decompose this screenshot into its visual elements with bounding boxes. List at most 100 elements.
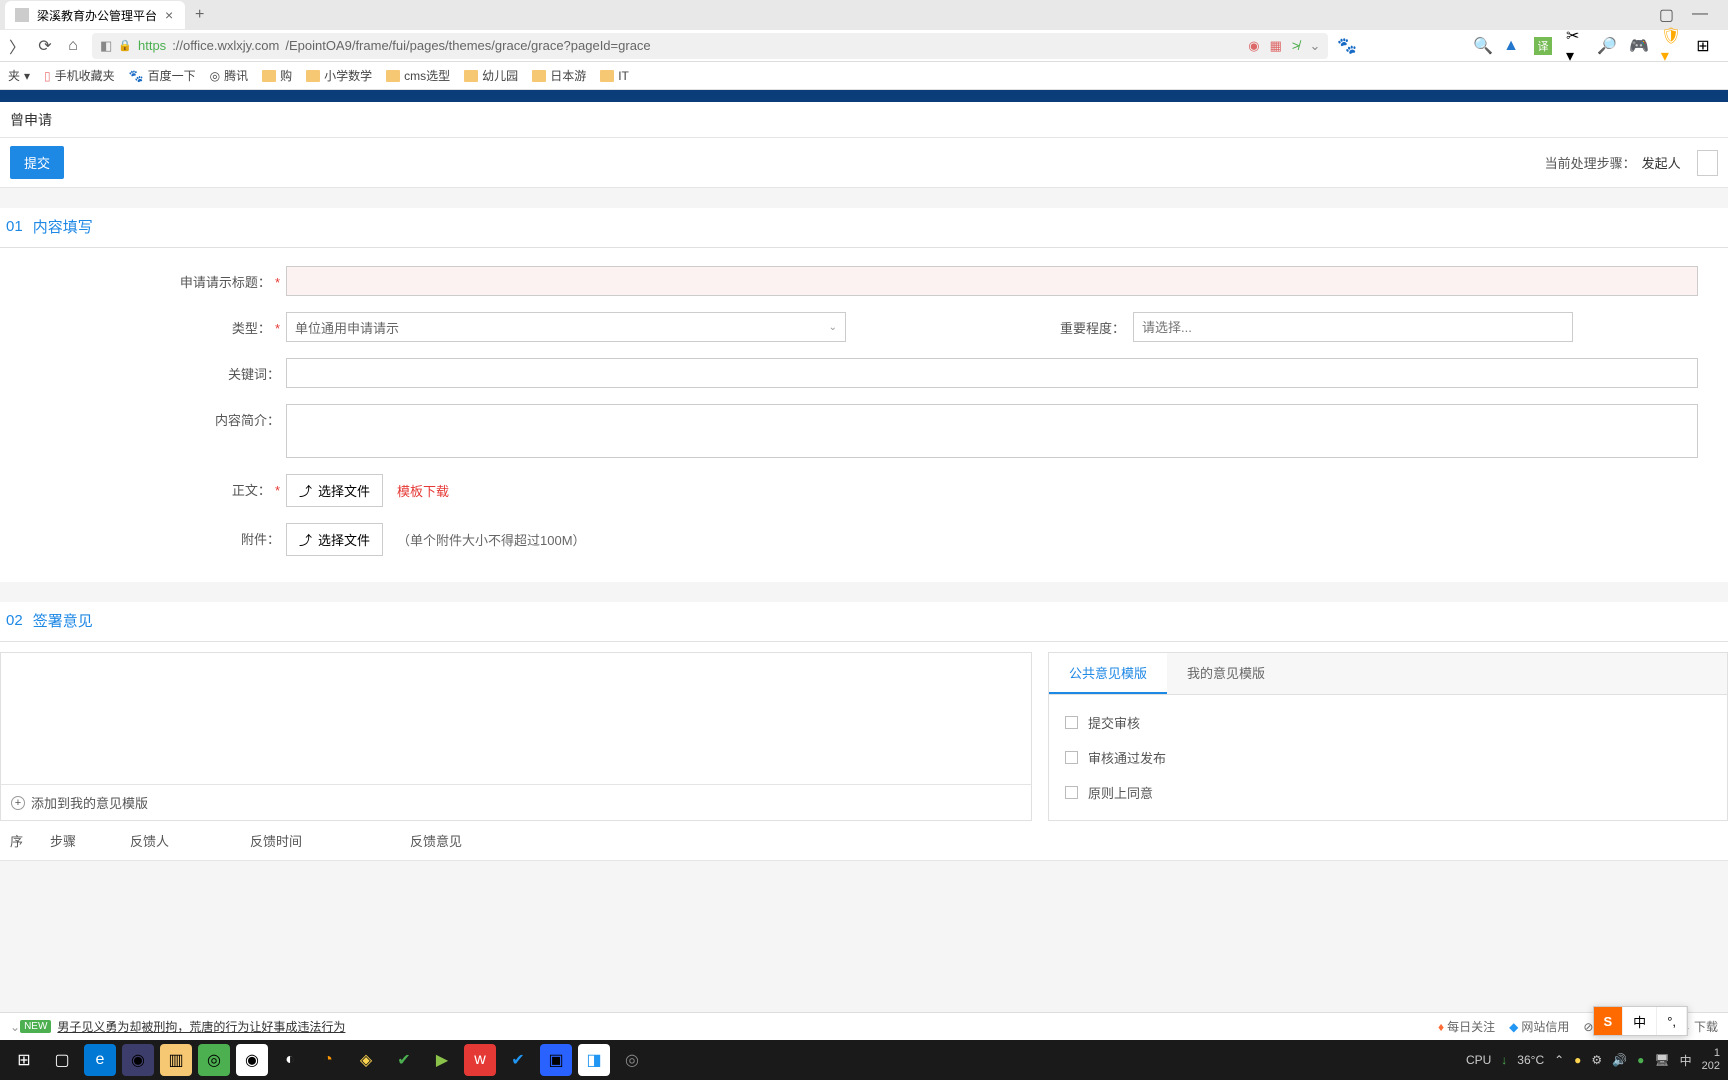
window-minimize-icon[interactable]: —	[1692, 5, 1708, 25]
caret-icon[interactable]: ⌄	[10, 1020, 20, 1034]
step-action-button[interactable]	[1697, 150, 1718, 176]
ime-lang[interactable]: 中	[1623, 1007, 1657, 1035]
app-icon-8[interactable]: ▣	[540, 1044, 572, 1076]
template-item[interactable]: 审核通过发布	[1065, 740, 1711, 775]
paw-icon[interactable]: 🐾	[1338, 37, 1356, 55]
tray-ime[interactable]: 中	[1680, 1052, 1692, 1069]
translate-icon[interactable]: 译	[1534, 37, 1552, 55]
add-to-templates-button[interactable]: + 添加到我的意见模版	[1, 784, 1031, 820]
window-restore-icon[interactable]: ▢	[1659, 5, 1674, 25]
template-download-link[interactable]: 模板下载	[397, 481, 449, 500]
url-protocol: https	[138, 38, 166, 53]
bookmark-phone[interactable]: ▯手机收藏夹	[44, 67, 115, 84]
home-icon[interactable]: ⌂	[64, 37, 82, 55]
section-num: 02	[6, 612, 23, 629]
field-label-attach: 附件：	[241, 532, 280, 547]
tab-my-templates[interactable]: 我的意见模版	[1167, 653, 1285, 694]
ime-punct[interactable]: °,	[1657, 1007, 1687, 1035]
browser-tab[interactable]: 梁溪教育办公管理平台 ×	[5, 1, 185, 29]
type-value: 单位通用申请请示	[295, 318, 399, 337]
start-button[interactable]: ⊞	[8, 1044, 40, 1076]
opinion-editor: + 添加到我的意见模版	[0, 652, 1032, 821]
search-icon[interactable]: 🔍	[1474, 37, 1492, 55]
game-icon[interactable]: 🎮	[1630, 37, 1648, 55]
tab-title: 梁溪教育办公管理平台	[37, 7, 157, 24]
triangle-icon[interactable]: ▲	[1502, 37, 1520, 55]
scissors-icon[interactable]: ✂ ▾	[1566, 37, 1584, 55]
browser-toolbar: 〉 ⟳ ⌂ ◧ 🔒 https://office.wxlxjy.com/Epoi…	[0, 30, 1728, 62]
bookmark-cms[interactable]: cms选型	[386, 67, 450, 84]
opinion-textarea[interactable]	[1, 653, 1031, 784]
tray-volume-icon[interactable]: 🔊	[1612, 1053, 1627, 1067]
bookmark-it[interactable]: IT	[600, 69, 629, 83]
tab-public-templates[interactable]: 公共意见模版	[1049, 653, 1167, 694]
tray-icon-3[interactable]: ⚙	[1591, 1053, 1602, 1067]
close-icon[interactable]: ×	[165, 7, 173, 23]
zoom-icon[interactable]: 🔎	[1598, 37, 1616, 55]
new-tab-button[interactable]: +	[185, 6, 214, 24]
checkbox[interactable]	[1065, 716, 1078, 729]
step-value: 发起人	[1642, 153, 1681, 172]
field-label-summary: 内容简介：	[215, 413, 280, 428]
bookmark-math[interactable]: 小学数学	[306, 67, 372, 84]
keyword-input[interactable]	[286, 358, 1698, 388]
app-icon-6[interactable]: w	[464, 1044, 496, 1076]
template-item[interactable]: 原则上同意	[1065, 775, 1711, 810]
summary-textarea[interactable]	[286, 404, 1698, 458]
bookmark-shop[interactable]: 购	[262, 67, 292, 84]
chevron-down-icon[interactable]: ⌄	[1309, 38, 1320, 54]
submit-button[interactable]: 提交	[10, 146, 64, 179]
app-icon-9[interactable]: ◨	[578, 1044, 610, 1076]
field-label-body: 正文：	[232, 483, 271, 498]
body-file-button[interactable]: ⤴选择文件	[286, 474, 383, 507]
col-step: 步骤	[50, 831, 130, 850]
360-icon[interactable]: ◎	[198, 1044, 230, 1076]
apps-icon[interactable]: ⊞	[1694, 37, 1712, 55]
app-icon-7[interactable]: ✔	[502, 1044, 534, 1076]
chrome-icon[interactable]: ◉	[236, 1044, 268, 1076]
tray-icon-2[interactable]: ●	[1574, 1053, 1581, 1067]
forward-icon[interactable]: 〉	[8, 37, 26, 55]
hot-link[interactable]: ♦每日关注	[1438, 1018, 1495, 1035]
tray-network-icon[interactable]: 🖥	[1654, 1053, 1669, 1067]
template-item[interactable]: 提交审核	[1065, 705, 1711, 740]
type-select[interactable]: 单位通用申请请示 ⌄	[286, 312, 846, 342]
bolt-icon[interactable]: ≯	[1292, 38, 1300, 53]
app-icon-5[interactable]: ▶	[426, 1044, 458, 1076]
taskview-icon[interactable]: ▢	[46, 1044, 78, 1076]
bookmark-menu[interactable]: 夹 ▾	[8, 67, 30, 84]
security-icon[interactable]: 🛡 ▾	[1662, 37, 1680, 55]
app-icon-1[interactable]: ◐	[274, 1044, 306, 1076]
checkbox[interactable]	[1065, 751, 1078, 764]
title-input[interactable]	[286, 266, 1698, 296]
tray-icon-4[interactable]: ●	[1637, 1053, 1644, 1067]
browser-tab-strip: 梁溪教育办公管理平台 × + ▢ —	[0, 0, 1728, 30]
ime-toolbar[interactable]: S 中 °,	[1593, 1006, 1689, 1036]
eclipse-icon[interactable]: ◉	[122, 1044, 154, 1076]
app-icon-4[interactable]: ✔	[388, 1044, 420, 1076]
attach-file-button[interactable]: ⤴选择文件	[286, 523, 383, 556]
app-icon-2[interactable]: ◔	[312, 1044, 344, 1076]
priority-select[interactable]	[1133, 312, 1573, 342]
tray-icon-1[interactable]: ⌃	[1554, 1053, 1564, 1067]
explorer-icon[interactable]: ▥	[160, 1044, 192, 1076]
edge-icon[interactable]: e	[84, 1044, 116, 1076]
bookmark-baidu[interactable]: 🐾百度一下	[129, 67, 196, 84]
grid-icon[interactable]: ▦	[1270, 38, 1282, 54]
badge-icon[interactable]: ◉	[1248, 38, 1259, 54]
url-bar[interactable]: ◧ 🔒 https://office.wxlxjy.com/EpointOA9/…	[92, 33, 1328, 59]
taskbar-clock[interactable]: 1 202	[1702, 1047, 1720, 1073]
page-icon	[15, 8, 29, 22]
obs-icon[interactable]: ◎	[616, 1044, 648, 1076]
trust-link[interactable]: ◆网站信用	[1509, 1018, 1569, 1035]
checkbox[interactable]	[1065, 786, 1078, 799]
app-icon-3[interactable]: ◈	[350, 1044, 382, 1076]
bookmark-tencent[interactable]: ◎腾讯	[210, 67, 249, 84]
cpu-label: CPU	[1466, 1053, 1491, 1067]
reload-icon[interactable]: ⟳	[36, 37, 54, 55]
news-headline[interactable]: 男子见义勇为却被刑拘，荒唐的行为让好事成违法行为	[57, 1018, 345, 1035]
col-person: 反馈人	[130, 831, 250, 850]
bookmark-japan[interactable]: 日本游	[532, 67, 586, 84]
bookmark-kindergarten[interactable]: 幼儿园	[464, 67, 518, 84]
fire-icon: ♦	[1438, 1020, 1444, 1034]
